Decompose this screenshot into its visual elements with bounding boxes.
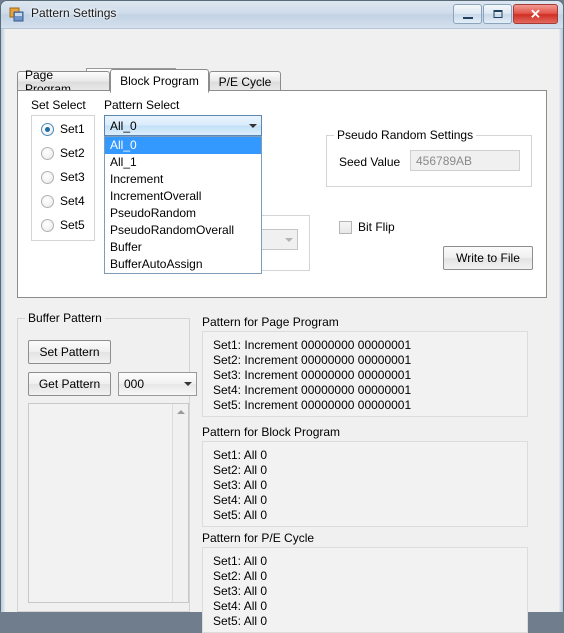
tab-pe-cycle[interactable]: P/E Cycle	[209, 71, 281, 91]
tab-page-program[interactable]: Page Program	[17, 68, 110, 96]
pattern-pe-cycle-panel: Set1: All 0 Set2: All 0 Set3: All 0 Set4…	[202, 547, 528, 633]
list-item: Set4: All 0	[213, 599, 268, 613]
dropdown-option-pseudo-random[interactable]: PseudoRandom	[105, 205, 261, 222]
dropdown-option-increment[interactable]: Increment	[105, 171, 261, 188]
dropdown-option-buffer[interactable]: Buffer	[105, 239, 261, 256]
seed-value-label: Seed Value	[339, 155, 401, 169]
set-pattern-button[interactable]: Set Pattern	[28, 340, 111, 364]
list-item: Set3: All 0	[213, 478, 268, 492]
list-item: Set2: All 0	[213, 463, 268, 477]
get-pattern-button[interactable]: Get Pattern	[28, 372, 111, 396]
list-item: Set5: All 0	[213, 508, 268, 522]
set-select-group: Set1 Set2 Set3 Set4 Set5	[31, 115, 95, 241]
block-program-tab-panel: Set Select Set1 Set2 Set3 Set4 Set5 Patt…	[17, 90, 547, 298]
radio-dot-icon	[41, 218, 54, 232]
radio-dot-icon	[41, 122, 54, 136]
radio-set2[interactable]: Set2	[41, 146, 85, 160]
set-pattern-label: Set Pattern	[39, 345, 100, 359]
seed-value-field[interactable]: 456789AB	[410, 150, 520, 171]
list-item: Set3: All 0	[213, 584, 268, 598]
list-item: Set1: All 0	[213, 448, 268, 462]
list-item: Set1: All 0	[213, 554, 268, 568]
list-item: Set3: Increment 00000000 00000001	[213, 368, 412, 382]
bit-flip-checkbox[interactable]: Bit Flip	[339, 220, 395, 234]
bit-flip-label: Bit Flip	[358, 220, 395, 234]
vb-form-icon	[9, 7, 25, 23]
dropdown-option-increment-overall[interactable]: IncrementOverall	[105, 188, 261, 205]
minimize-icon	[462, 17, 473, 19]
pattern-select-value: All_0	[110, 118, 137, 133]
radio-set4[interactable]: Set4	[41, 194, 85, 208]
pattern-settings-window: Pattern Settings ✕ Lane Select Lane0 Pag…	[0, 0, 564, 633]
pattern-page-program-title: Pattern for Page Program	[202, 315, 339, 329]
pattern-pe-cycle-title: Pattern for P/E Cycle	[202, 531, 315, 545]
write-to-file-label: Write to File	[456, 251, 520, 265]
pattern-block-program-title: Pattern for Block Program	[202, 425, 341, 439]
buffer-pattern-scrollbar[interactable]	[172, 404, 188, 602]
get-pattern-label: Get Pattern	[38, 377, 101, 391]
buffer-pattern-list[interactable]	[28, 403, 189, 603]
dropdown-option-pseudo-random-overall[interactable]: PseudoRandomOverall	[105, 222, 261, 239]
seed-value-text: 456789AB	[416, 153, 473, 168]
radio-dot-icon	[41, 194, 54, 208]
chevron-down-icon	[280, 230, 297, 249]
dropdown-option-all-1[interactable]: All_1	[105, 154, 261, 171]
radio-set3-label: Set3	[60, 170, 85, 184]
radio-set5-label: Set5	[60, 218, 85, 232]
radio-dot-icon	[41, 146, 54, 160]
window-title: Pattern Settings	[31, 6, 117, 20]
dropdown-option-buffer-auto-assign[interactable]: BufferAutoAssign	[105, 256, 261, 273]
write-to-file-button[interactable]: Write to File	[443, 246, 533, 270]
set-select-title: Set Select	[31, 98, 86, 112]
list-item: Set2: All 0	[213, 569, 268, 583]
checkbox-icon	[339, 220, 352, 234]
list-item: Set4: Increment 00000000 00000001	[213, 383, 412, 397]
tab-strip: Page Program Block Program P/E Cycle	[17, 68, 547, 96]
window-border-right	[559, 29, 563, 612]
tab-pe-cycle-label: P/E Cycle	[218, 74, 272, 89]
list-item: Set5: All 0	[213, 614, 268, 628]
minimize-button[interactable]	[453, 4, 482, 24]
dropdown-option-all-0[interactable]: All_0	[105, 137, 261, 154]
close-icon: ✕	[530, 6, 541, 22]
list-item: Set5: Increment 00000000 00000001	[213, 398, 412, 412]
window-controls: ✕	[453, 4, 558, 24]
radio-set1-label: Set1	[60, 122, 85, 136]
maximize-button[interactable]	[483, 4, 512, 24]
close-button[interactable]: ✕	[513, 4, 558, 24]
pattern-select-combo[interactable]: All_0	[104, 115, 262, 136]
title-bar[interactable]: Pattern Settings ✕	[1, 1, 563, 29]
chevron-down-icon	[179, 373, 196, 395]
radio-set4-label: Set4	[60, 194, 85, 208]
radio-set3[interactable]: Set3	[41, 170, 85, 184]
pattern-select-dropdown-list[interactable]: All_0 All_1 Increment IncrementOverall P…	[104, 136, 262, 274]
scroll-up-icon[interactable]	[173, 404, 188, 420]
tab-block-program[interactable]: Block Program	[110, 69, 209, 93]
radio-set5[interactable]: Set5	[41, 218, 85, 232]
radio-dot-icon	[41, 170, 54, 184]
list-item: Set2: Increment 00000000 00000001	[213, 353, 412, 367]
buffer-pattern-combo-value: 000	[124, 377, 145, 391]
pattern-select-title: Pattern Select	[104, 98, 180, 112]
tab-block-program-label: Block Program	[120, 74, 199, 88]
client-area: Lane Select Lane0 Page Program Block Pro…	[5, 30, 559, 633]
list-item: Set1: Increment 00000000 00000001	[213, 338, 412, 352]
radio-set2-label: Set2	[60, 146, 85, 160]
chevron-down-icon	[244, 116, 261, 135]
buffer-pattern-combo[interactable]: 000	[118, 372, 197, 396]
maximize-icon	[493, 10, 502, 18]
buffer-pattern-title: Buffer Pattern	[25, 311, 105, 325]
pseudo-random-title: Pseudo Random Settings	[334, 128, 477, 142]
pattern-page-program-panel: Set1: Increment 00000000 00000001 Set2: …	[202, 331, 528, 417]
pattern-block-program-panel: Set1: All 0 Set2: All 0 Set3: All 0 Set4…	[202, 441, 528, 527]
pseudo-random-group: Pseudo Random Settings Seed Value 456789…	[326, 128, 532, 187]
list-item: Set4: All 0	[213, 493, 268, 507]
radio-set1[interactable]: Set1	[41, 122, 85, 136]
